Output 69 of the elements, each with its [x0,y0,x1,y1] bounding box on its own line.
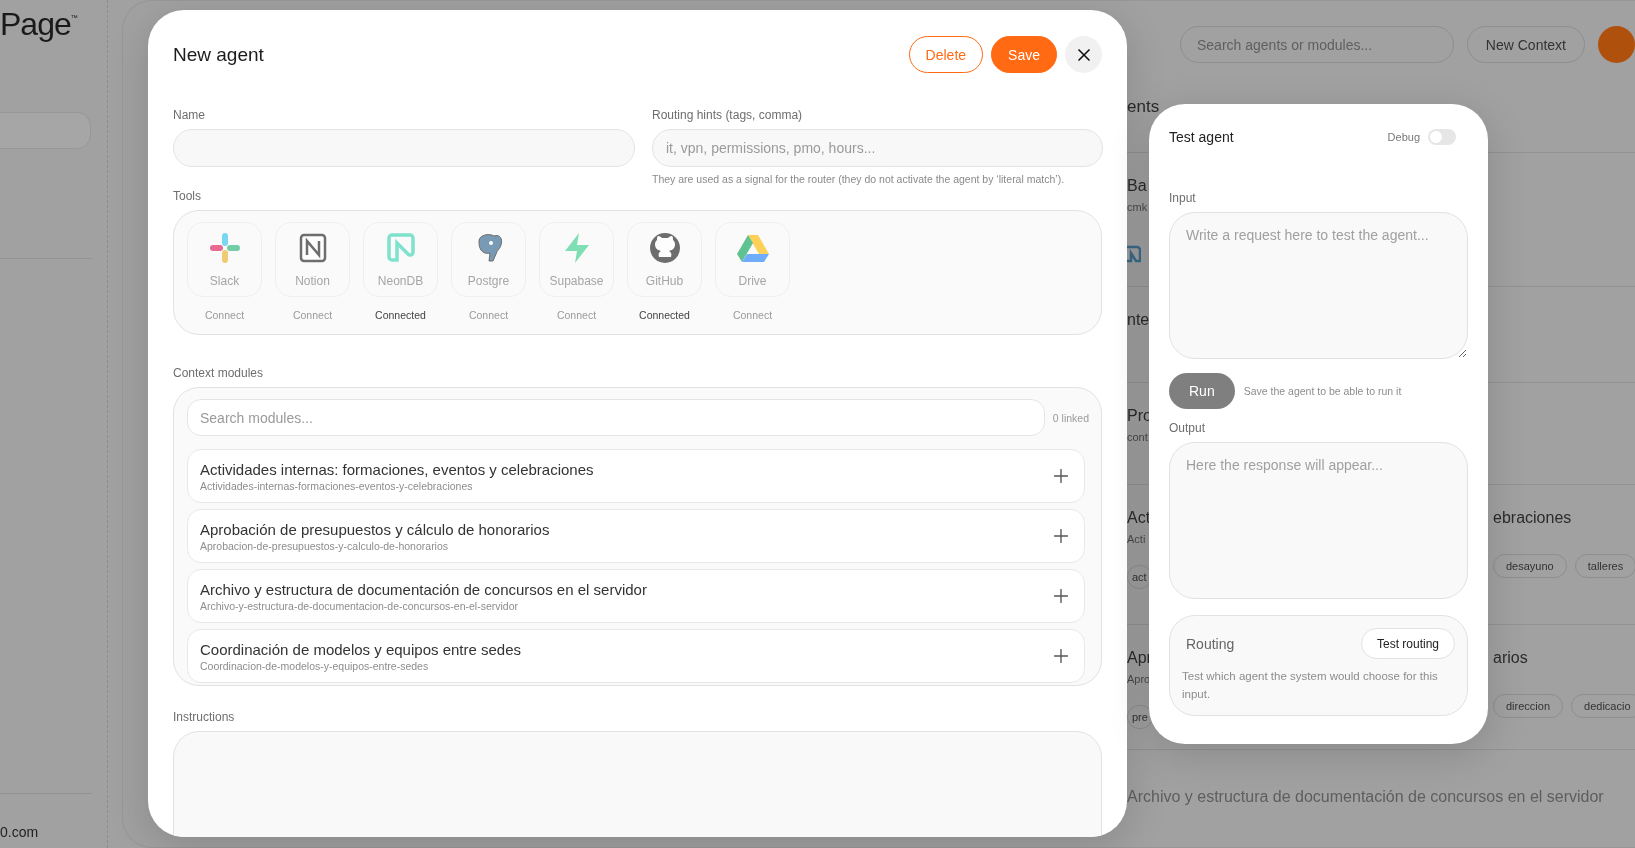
routing-hints-field[interactable]: it, vpn, permissions, pmo, hours... [652,129,1103,167]
agent-title: arios [1493,649,1528,667]
debug-toggle[interactable] [1428,129,1456,145]
close-button[interactable] [1065,36,1102,73]
agent-title: nte [1127,311,1150,329]
debug-label: Debug [1387,131,1420,143]
module-slug: Coordinacion-de-modelos-y-equipos-entre-sedes [200,659,430,672]
run-hint: Save the agent to be able to run it [1243,385,1402,397]
tool-status: Connect [556,309,597,321]
module-title: Archivo y estructura de documentación de concursos en el servidor [1127,787,1605,806]
agent-subtitle: cont [1127,431,1148,443]
agent-title: Ba [1127,177,1147,195]
module-slug: Aprobacion-de-presupuestos-y-calculo-de-honorarios [200,539,450,552]
tool-logo-icon [207,231,242,265]
agent-title: ebraciones [1493,509,1572,527]
delete-button[interactable]: Delete [908,36,984,73]
tool-status: Connected [639,309,690,321]
module-title: Actividades internas: formaciones, eventos y celebraciones [200,460,595,478]
module-search-field[interactable]: Search modules... [187,399,1045,436]
tool-status: Connect [732,309,773,321]
module-slug: Archivo-y-estructura-de-documentacion-de-concursos-en-el-servidor [200,599,520,612]
tool-card[interactable]: NeonDB [363,222,438,297]
tool-status: Connect [292,309,333,321]
agent-subtitle: cmk [1127,201,1148,213]
output-field[interactable]: Here the response will appear... [1169,442,1468,599]
module-item[interactable]: Actividades internas: formaciones, eventos y celebraciones Actividades-internas-formaciones-eventos-y-celebraciones [187,449,1085,503]
section-heading: ents [1127,97,1160,116]
section-label: Context modules [173,366,265,380]
section-label: Tools [173,189,202,203]
name-field[interactable] [173,129,635,167]
module-slug: Actividades-internas-formaciones-eventos-y-celebraciones [200,479,474,492]
field-hint: They are used as a signal for the router (they do not activate the agent by ‘literal match’). [652,173,1066,185]
agent-subtitle: Apro [1127,673,1151,685]
tool-card[interactable]: Drive [715,222,790,297]
module-item[interactable]: Archivo y estructura de documentación de concursos en el servidor Archivo-y-estructura-de-documentacion-de-concursos-en-el-servidor [187,569,1085,623]
dialog-title: New agent [173,43,265,66]
field-label: Output [1169,421,1207,435]
field-label: Name [173,108,206,122]
field-label: Input [1169,191,1197,205]
agent-title: Apr [1127,649,1152,667]
agent-title: Act [1127,509,1151,527]
section-label: Instructions [173,710,236,724]
input-field[interactable]: Write a request here to test the agent... [1169,212,1468,359]
module-item[interactable]: Aprobación de presupuestos y cálculo de honorarios Aprobacion-de-presupuestos-y-calculo-de-honorarios [187,509,1085,563]
tool-status: Connected [375,309,426,321]
routing-description: Test which agent the system would choose for this input. [1182,669,1439,702]
test-routing-button[interactable]: Test routing [1360,628,1455,659]
tool-logo-icon [647,231,682,265]
field-label: Routing hints (tags, comma) [652,108,804,122]
routing-title: Routing [1186,635,1235,652]
tool-card[interactable]: Supabase [539,222,614,297]
tool-status: Connect [468,309,509,321]
logo: Page [0,6,71,43]
primary-button[interactable] [1598,26,1635,63]
panel-title: Test agent [1169,129,1235,145]
tool-card[interactable]: Slack [187,222,262,297]
save-button[interactable]: Save [991,36,1057,73]
tool-card[interactable]: Notion [275,222,350,297]
agent-subtitle: Acti [1127,533,1146,545]
module-title: Archivo y estructura de documentación de concursos en el servidor [200,580,648,598]
tool-status: Connect [204,309,245,321]
linked-count: 0 linked [1052,411,1089,424]
footer-text: 0.com [0,824,39,840]
tool-card[interactable]: GitHub [627,222,702,297]
module-title: Coordinación de modelos y equipos entre sedes [200,640,523,658]
tool-logo-icon [1127,245,1141,263]
module-item[interactable]: Coordinación de modelos y equipos entre sedes Coordinacion-de-modelos-y-equipos-entre-sedes [187,629,1085,683]
tool-card[interactable]: Postgre [451,222,526,297]
module-title: Aprobación de presupuestos y cálculo de honorarios [200,520,551,538]
